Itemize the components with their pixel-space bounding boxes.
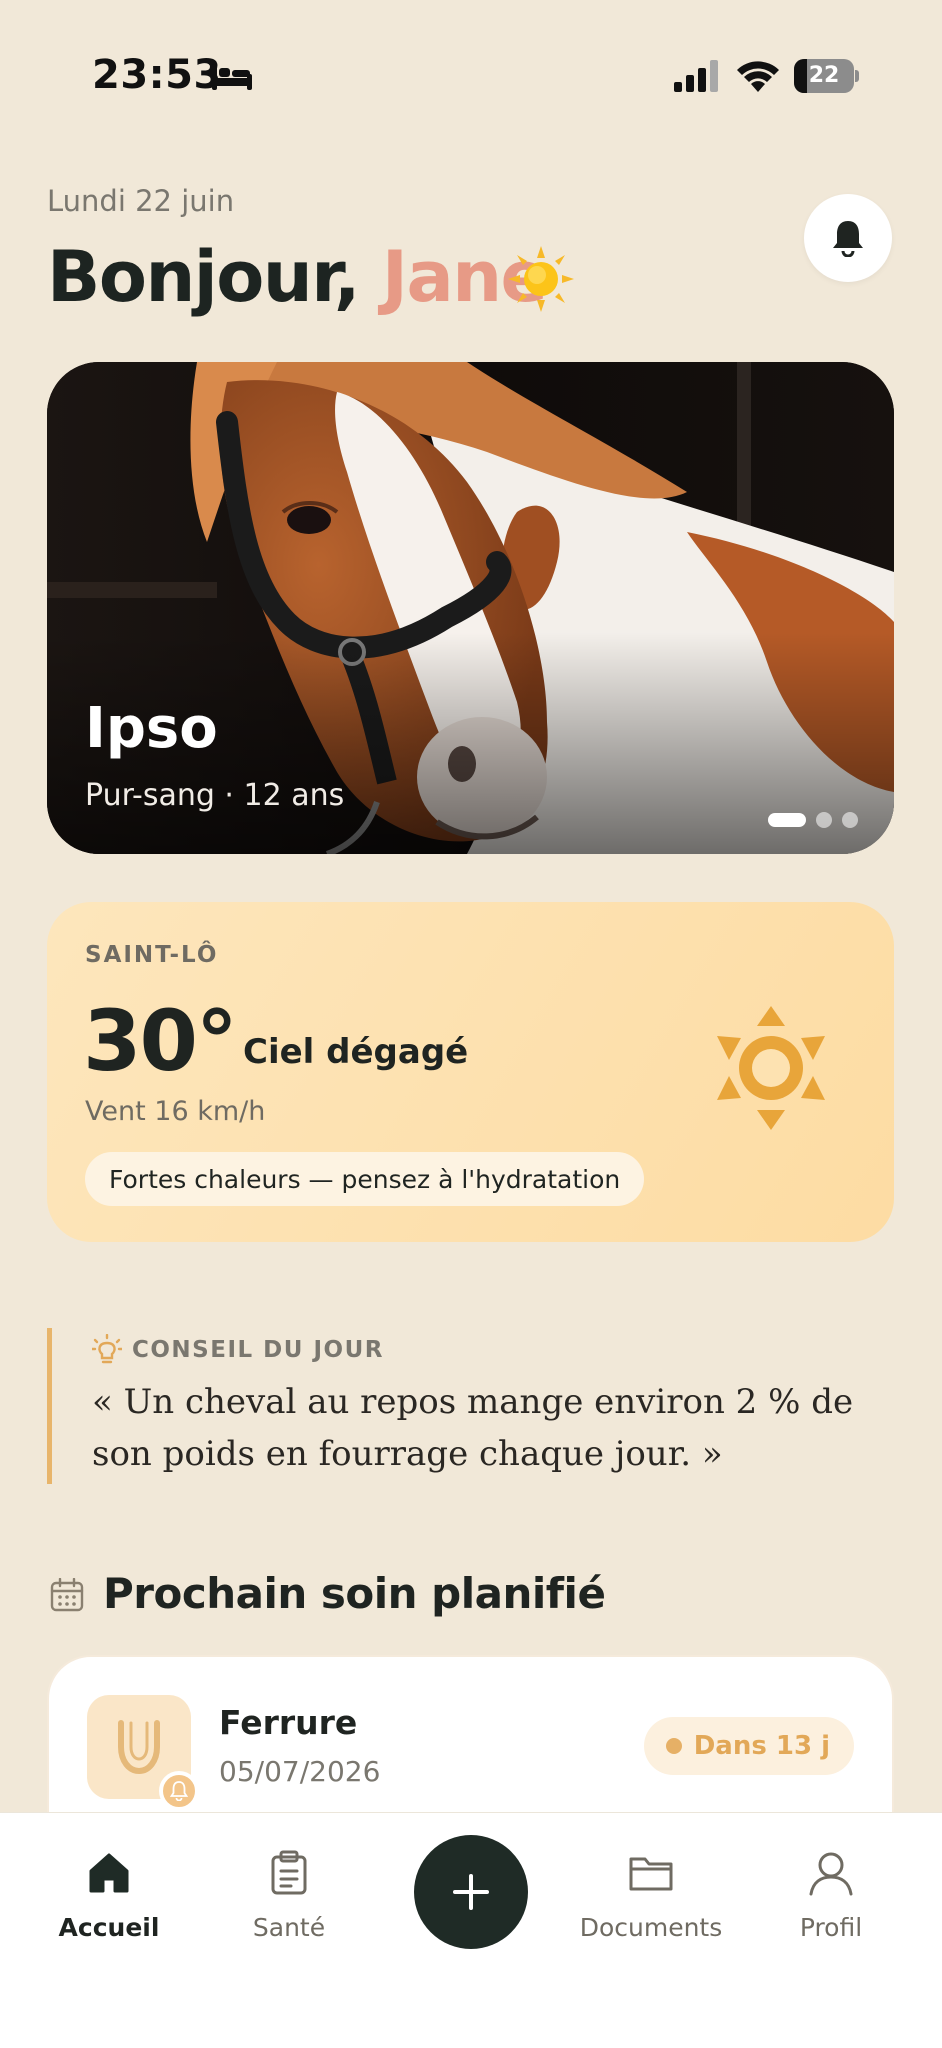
carousel-dot[interactable] bbox=[842, 812, 858, 828]
date-label: Lundi 22 juin bbox=[47, 184, 235, 218]
nav-label: Santé bbox=[252, 1913, 326, 1942]
care-due-badge: Dans 13 j bbox=[643, 1717, 854, 1775]
weather-city: SAINT-LÔ bbox=[85, 942, 219, 968]
weather-condition: Ciel dégagé bbox=[243, 1032, 469, 1072]
nav-label: Documents bbox=[579, 1913, 723, 1942]
nav-item-accueil[interactable]: Accueil bbox=[29, 1849, 189, 1942]
sun-emoji bbox=[508, 246, 574, 312]
carousel-indicator[interactable] bbox=[768, 812, 858, 828]
greeting-title: Bonjour, Jane bbox=[47, 236, 548, 318]
care-due-label: Dans 13 j bbox=[693, 1731, 830, 1761]
due-bullet bbox=[665, 1738, 682, 1754]
greeting-prefix: Bonjour, bbox=[47, 236, 361, 318]
care-title: Ferrure bbox=[219, 1703, 358, 1742]
bell-icon bbox=[170, 1781, 188, 1801]
nav-item-profil[interactable]: Profil bbox=[751, 1849, 911, 1942]
bottom-nav: Accueil Santé Documents Profil bbox=[0, 1812, 942, 2048]
status-bar: 23:53 22 bbox=[0, 0, 942, 150]
nav-item-sante[interactable]: Santé bbox=[209, 1849, 369, 1942]
horse-meta: Pur-sang · 12 ans bbox=[85, 778, 345, 813]
home-icon bbox=[89, 1853, 129, 1893]
battery-icon: 22 bbox=[794, 59, 859, 93]
notifications-button[interactable] bbox=[804, 194, 892, 282]
tip-header: CONSEIL DU JOUR bbox=[92, 1334, 384, 1366]
wifi-icon bbox=[737, 61, 779, 92]
lightbulb-icon bbox=[92, 1334, 122, 1364]
clipboard-icon bbox=[271, 1850, 307, 1895]
bell-icon bbox=[833, 221, 863, 257]
plus-icon bbox=[453, 1874, 489, 1910]
weather-temperature: 30° bbox=[83, 992, 238, 1090]
nav-item-documents[interactable]: Documents bbox=[571, 1849, 731, 1942]
signal-icon bbox=[674, 60, 718, 92]
section-title: Prochain soin planifié bbox=[103, 1569, 606, 1618]
add-button[interactable] bbox=[414, 1835, 528, 1949]
status-time: 23:53 bbox=[92, 52, 222, 98]
nav-label: Profil bbox=[799, 1913, 863, 1942]
battery-level: 22 bbox=[808, 63, 840, 88]
sun-icon bbox=[717, 1006, 825, 1130]
carousel-dot[interactable] bbox=[768, 813, 806, 827]
calendar-icon bbox=[50, 1578, 84, 1612]
bed-icon bbox=[212, 64, 252, 90]
tip-of-the-day: CONSEIL DU JOUR « Un cheval au repos man… bbox=[47, 1328, 894, 1484]
folder-icon bbox=[629, 1857, 673, 1891]
horse-card[interactable]: Ipso Pur-sang · 12 ans bbox=[47, 362, 894, 854]
care-date: 05/07/2026 bbox=[219, 1755, 381, 1788]
nav-label: Accueil bbox=[58, 1913, 160, 1942]
weather-alert: Fortes chaleurs — pensez à l'hydratation bbox=[85, 1152, 645, 1206]
user-icon bbox=[809, 1852, 853, 1896]
tip-title: CONSEIL DU JOUR bbox=[132, 1337, 384, 1363]
weather-wind: Vent 16 km/h bbox=[85, 1096, 266, 1127]
tip-text: « Un cheval au repos mange environ 2 % d… bbox=[92, 1382, 854, 1474]
horse-name: Ipso bbox=[85, 696, 218, 761]
horseshoe-icon bbox=[118, 1720, 160, 1775]
weather-card[interactable]: SAINT-LÔ 30° Ciel dégagé Vent 16 km/h Fo… bbox=[47, 902, 894, 1242]
carousel-dot[interactable] bbox=[816, 812, 832, 828]
care-reminder-badge bbox=[159, 1771, 199, 1811]
